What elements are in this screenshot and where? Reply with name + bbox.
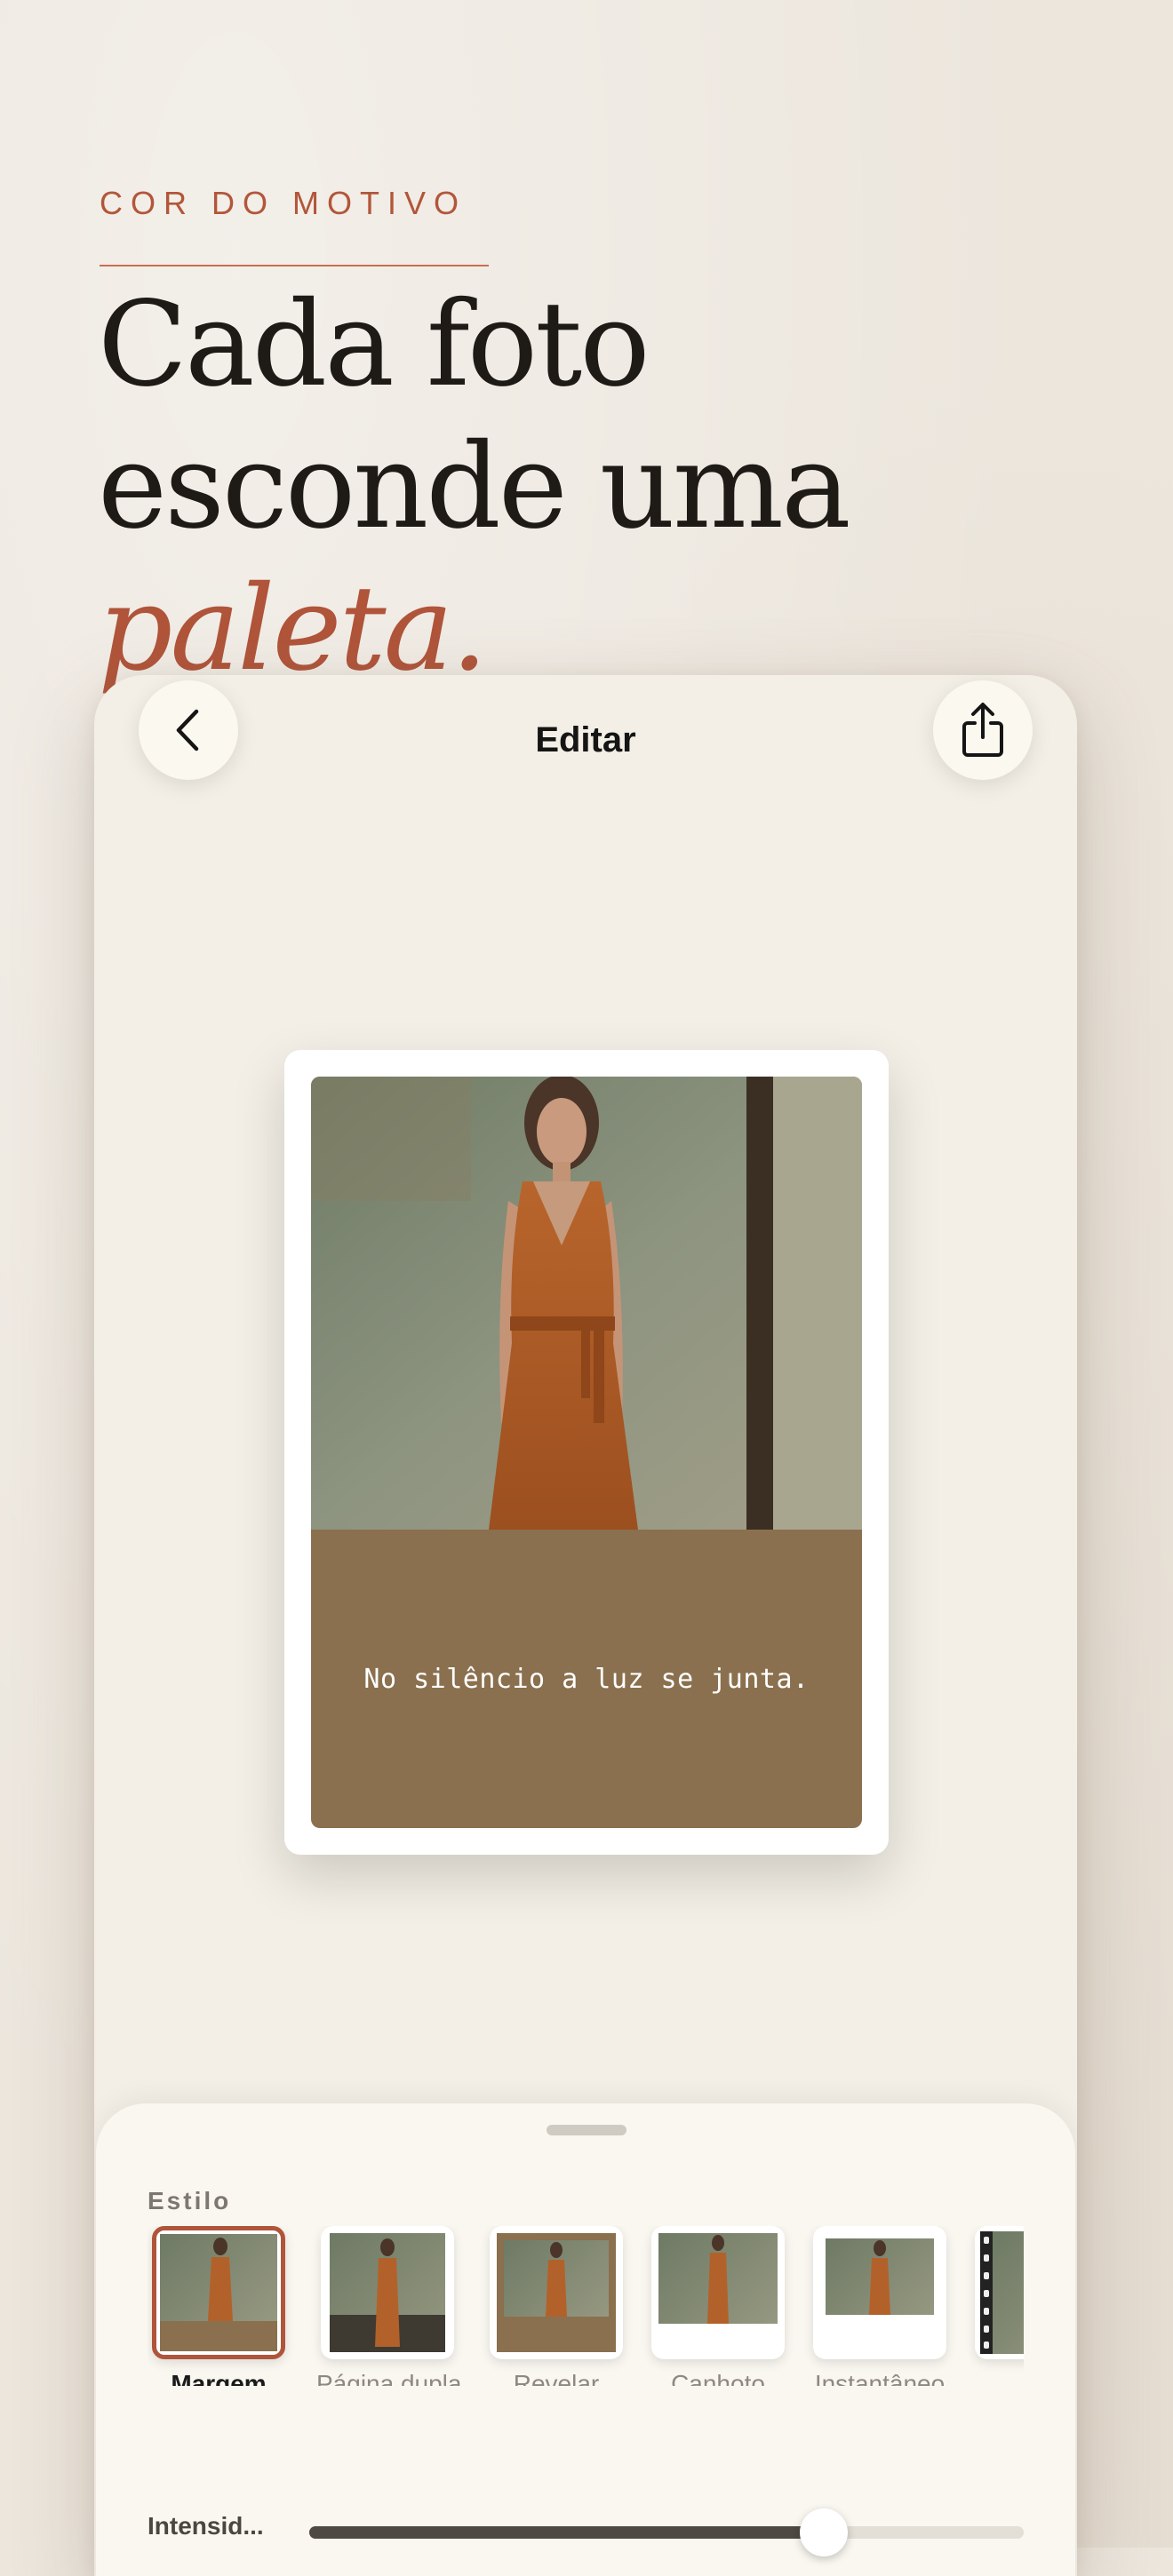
person-figure-icon [869,2240,890,2315]
preview-photo [311,1077,862,1530]
phone-mockup: Editar No silêncio a luz se junta. Estil… [94,675,1077,2576]
style-section-label: Estilo [148,2187,232,2214]
style-label: Página dupla [316,2370,462,2386]
eyebrow-label: COR DO MOTIVO [100,185,467,221]
person-figure-icon [707,2235,729,2324]
style-label: Canhoto [671,2370,765,2386]
person-figure-icon [208,2238,233,2321]
caption-panel: No silêncio a luz se junta. [311,1530,862,1828]
style-option-filme[interactable]: F [970,2226,1024,2386]
style-label: Revelar [513,2370,600,2386]
headline-line-2: esconde uma [98,418,851,555]
style-thumbnail [152,2226,285,2359]
person-figure-icon [375,2238,400,2347]
style-option-instantaneo[interactable]: Instantâneo [809,2226,951,2386]
style-label: Instantâneo [814,2370,946,2386]
screen-title: Editar [535,720,636,759]
intensity-slider-fill [309,2526,824,2539]
style-thumbnail [813,2226,946,2359]
person-figure-icon [546,2242,567,2317]
share-icon [962,703,1003,757]
style-thumbnail [321,2226,454,2359]
share-button[interactable] [933,680,1033,780]
style-thumbnail [490,2226,623,2359]
intensity-slider[interactable] [309,2508,1024,2556]
headline: Cada foto esconde uma paleta. [98,274,851,700]
caption-text: No silêncio a luz se junta. [363,1663,810,1695]
preview-card[interactable]: No silêncio a luz se junta. [284,1050,889,1855]
eyebrow-divider [100,265,489,266]
style-label: F [970,2370,1024,2386]
style-carousel[interactable]: Margem Página dupla Revelar Canhoto Inst… [148,2226,1024,2386]
film-perforation-icon [984,2237,989,2349]
style-option-canhoto[interactable]: Canhoto [647,2226,789,2386]
style-option-margem[interactable]: Margem [148,2226,290,2386]
style-option-revelar[interactable]: Revelar [485,2226,627,2386]
style-option-pagina-dupla[interactable]: Página dupla [316,2226,462,2386]
sheet-grabber[interactable] [547,2125,626,2135]
intensity-slider-thumb[interactable] [799,2508,848,2556]
photo-illustration [311,1077,862,1530]
intensity-label: Intensid... [148,2512,264,2540]
style-thumbnail [975,2226,1024,2359]
headline-line-1: Cada foto [98,276,650,413]
style-label: Margem [171,2370,267,2386]
style-sheet: Estilo Margem Página dupla Revelar Canho… [96,2103,1075,2576]
style-thumbnail [651,2226,785,2359]
